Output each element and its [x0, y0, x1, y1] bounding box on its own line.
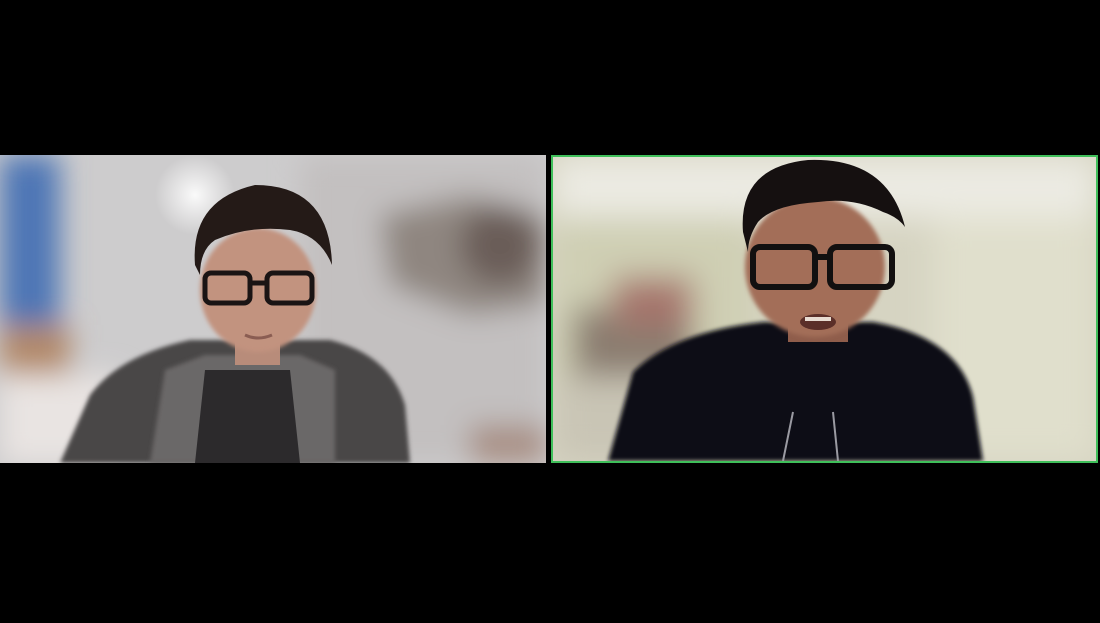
video-tile-participant-2-active-speaker[interactable] — [551, 155, 1098, 463]
video-call-gallery — [0, 0, 1100, 623]
video-feed-participant-1 — [0, 155, 546, 463]
video-feed-participant-2 — [553, 157, 1096, 461]
video-tile-participant-1[interactable] — [0, 155, 546, 463]
